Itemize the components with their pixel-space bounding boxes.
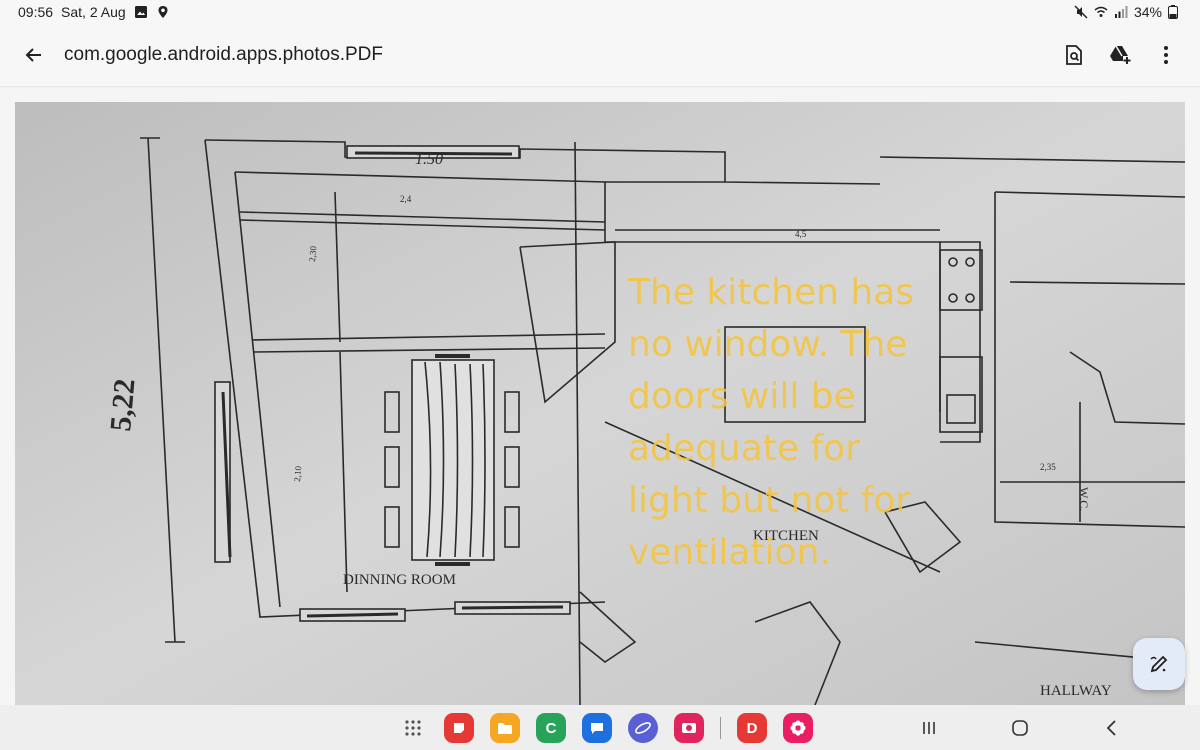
wc-label: W.C. — [1077, 487, 1091, 511]
annotation-text: The kitchen has no window. The doors wil… — [628, 272, 915, 573]
clock: 09:56 — [18, 4, 54, 20]
back-button[interactable] — [14, 35, 54, 75]
find-in-page-button[interactable] — [1054, 35, 1094, 75]
recent-apps-icon — [923, 722, 935, 734]
screen-recorder-app-icon[interactable] — [674, 713, 704, 743]
hallway-label: HALLWAY — [1040, 683, 1112, 699]
small-dim-4: 2,35 — [1040, 462, 1056, 472]
small-dim-1: 2,4 — [400, 194, 412, 204]
small-dim-3: 2,10 — [292, 465, 303, 482]
recent-apps-button[interactable] — [914, 715, 944, 741]
small-dim-5: 2,30 — [307, 245, 318, 262]
find-in-page-icon — [1066, 45, 1082, 65]
more-options-button[interactable] — [1146, 35, 1186, 75]
home-button[interactable] — [1005, 715, 1035, 741]
arrow-back-icon — [25, 48, 41, 62]
app-drawer-icon — [405, 720, 421, 736]
floor-plan-image: 5,22 DINNING ROOM KITCHEN HALLWAY W.C. 1… — [15, 102, 1185, 705]
location-icon — [156, 5, 170, 19]
date: Sat, 2 Aug — [61, 4, 126, 20]
flower-app-icon[interactable] — [783, 713, 813, 743]
top-dim-label: 1.50 — [415, 151, 443, 168]
nav-back-icon — [1106, 720, 1116, 736]
small-dim-2: 4,5 — [795, 229, 807, 239]
gallery-icon — [134, 5, 148, 19]
battery-level: 34% — [1133, 4, 1162, 20]
page-title: com.google.android.apps.photos.PDF — [64, 44, 383, 65]
dinning-room-label: DINNING ROOM — [343, 572, 456, 588]
nav-back-button[interactable] — [1097, 715, 1127, 741]
more-options-icon — [1164, 46, 1168, 64]
plan-dimension-label: 5,22 — [104, 377, 141, 432]
dock-divider — [720, 717, 721, 739]
app-drawer-button[interactable] — [398, 713, 428, 743]
drive-add-icon — [1110, 45, 1131, 65]
edit-fab-button[interactable] — [1133, 638, 1185, 690]
notes-app-icon[interactable] — [444, 713, 474, 743]
home-icon — [1012, 720, 1028, 736]
phone-app-icon[interactable]: C — [536, 713, 566, 743]
battery-icon — [1168, 5, 1182, 19]
taskbar: C D — [0, 705, 1200, 750]
signal-icon — [1114, 5, 1128, 19]
mute-icon — [1074, 5, 1088, 19]
internet-app-icon[interactable] — [628, 713, 658, 743]
document-viewer[interactable]: 5,22 DINNING ROOM KITCHEN HALLWAY W.C. 1… — [15, 102, 1185, 705]
wifi-icon — [1094, 5, 1108, 19]
edit-pen-icon — [1150, 655, 1168, 673]
status-bar: 09:56 Sat, 2 Aug 34% — [0, 0, 1200, 24]
app-bar: com.google.android.apps.photos.PDF — [0, 24, 1200, 86]
app-dock: C D — [398, 713, 813, 743]
files-app-icon[interactable] — [490, 713, 520, 743]
drive-add-button[interactable] — [1100, 35, 1140, 75]
d-app-icon[interactable]: D — [737, 713, 767, 743]
messages-app-icon[interactable] — [582, 713, 612, 743]
